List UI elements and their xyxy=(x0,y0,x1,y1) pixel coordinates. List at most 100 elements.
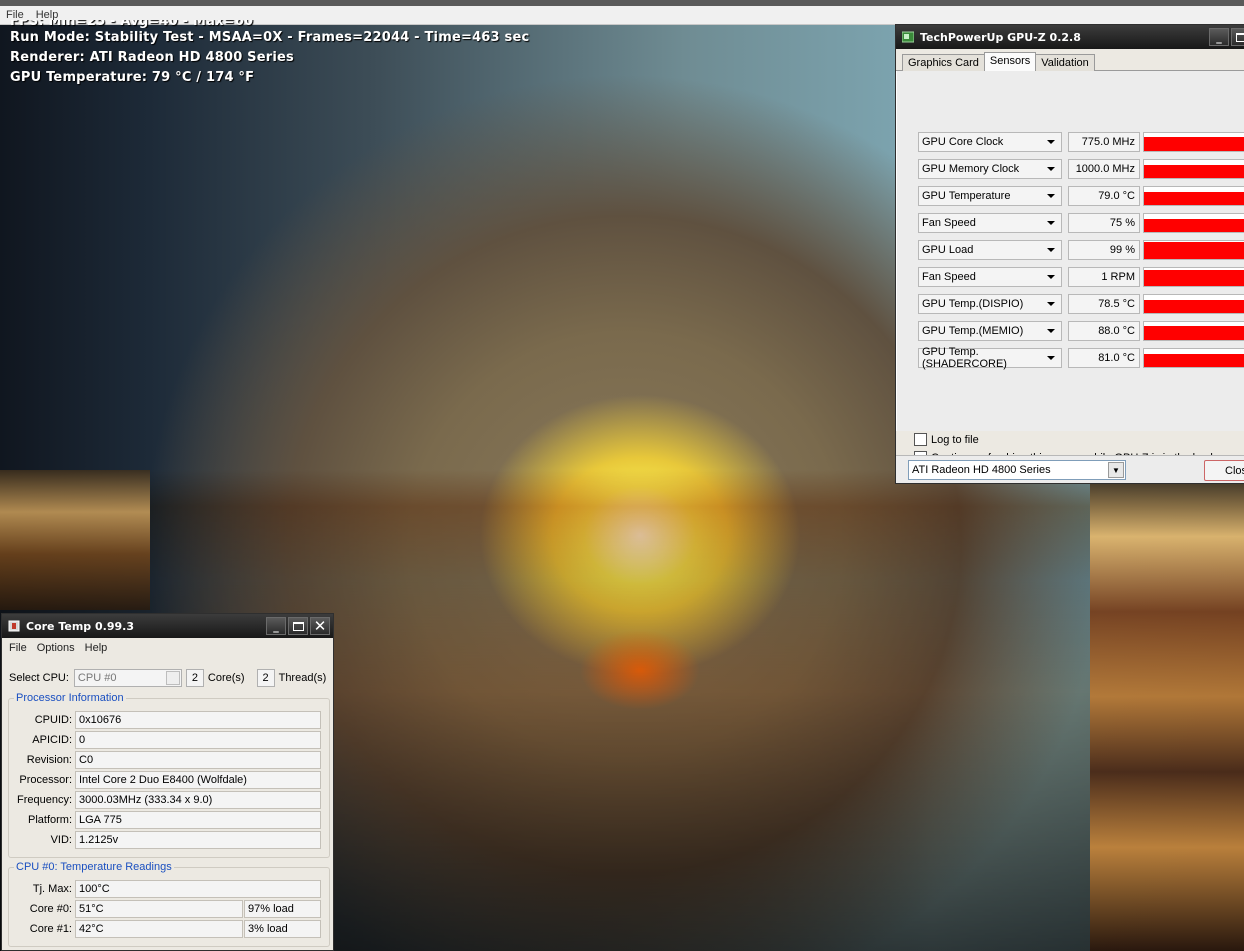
core-load-value: 97% load xyxy=(244,900,321,918)
maximize-icon[interactable] xyxy=(288,617,308,635)
processor-info-row: VID: 1.2125v xyxy=(9,831,321,849)
chevron-down-icon[interactable] xyxy=(1047,356,1055,360)
sensor-value: 99 % xyxy=(1068,240,1140,260)
sensor-graph xyxy=(1143,321,1244,341)
ct-menu-help[interactable]: Help xyxy=(85,642,108,654)
sensor-value: 88.0 °C xyxy=(1068,321,1140,341)
coretemp-menubar: File Options Help xyxy=(2,638,333,657)
chevron-down-icon[interactable] xyxy=(1047,194,1055,198)
osd-run-mode: Run Mode: Stability Test - MSAA=0X - Fra… xyxy=(10,30,530,45)
sensor-graph xyxy=(1143,159,1244,179)
chevron-down-icon[interactable] xyxy=(1047,248,1055,252)
processor-info-row: Frequency: 3000.03MHz (333.34 x 9.0) xyxy=(9,791,321,809)
processor-info-row: Platform: LGA 775 xyxy=(9,811,321,829)
sensor-graph-fill xyxy=(1144,192,1244,205)
sensor-name-select[interactable]: GPU Temp.(MEMIO) xyxy=(918,321,1062,341)
processor-info-value: C0 xyxy=(75,751,321,769)
processor-info-label: Platform: xyxy=(27,814,72,826)
processor-info-value: LGA 775 xyxy=(75,811,321,829)
render-left-blur xyxy=(0,470,150,610)
sensor-graph-fill xyxy=(1144,218,1244,232)
sensor-name: GPU Temperature xyxy=(922,190,1011,202)
chevron-down-icon[interactable] xyxy=(1047,140,1055,144)
sensor-row: GPU Temp.(SHADERCORE) 81.0 °C xyxy=(918,346,1244,370)
sensor-name-select[interactable]: GPU Temp.(DISPIO) xyxy=(918,294,1062,314)
coretemp-window: Core Temp 0.99.3 _ ✕ File Options Help S… xyxy=(1,613,334,951)
processor-info-value: 1.2125v xyxy=(75,831,321,849)
minimize-icon[interactable]: _ xyxy=(266,617,286,635)
card-select[interactable]: ATI Radeon HD 4800 Series ▼ xyxy=(908,460,1126,480)
log-to-file-checkbox[interactable]: Log to file xyxy=(914,433,979,446)
sensor-name-select[interactable]: GPU Memory Clock xyxy=(918,159,1062,179)
sensor-name-select[interactable]: GPU Temperature xyxy=(918,186,1062,206)
tab-validation[interactable]: Validation xyxy=(1035,54,1095,71)
gpuz-tabs: Graphics Card Sensors Validation xyxy=(896,49,1244,71)
close-button[interactable]: Close xyxy=(1204,460,1244,481)
sensor-value: 75 % xyxy=(1068,213,1140,233)
osd-gpu-temperature: GPU Temperature: 79 °C / 174 °F xyxy=(10,70,255,85)
sensor-graph xyxy=(1143,294,1244,314)
processor-information-title: Processor Information xyxy=(14,692,126,704)
sensor-row: GPU Temp.(DISPIO) 78.5 °C xyxy=(918,294,1244,314)
processor-info-row: Processor: Intel Core 2 Duo E8400 (Wolfda… xyxy=(9,771,321,789)
processor-info-row: Revision: C0 xyxy=(9,751,321,769)
maximize-icon[interactable] xyxy=(1231,28,1244,46)
sensor-name-select[interactable]: Fan Speed xyxy=(918,267,1062,287)
minimize-icon[interactable]: _ xyxy=(1209,28,1229,46)
card-select-value: ATI Radeon HD 4800 Series xyxy=(912,464,1051,476)
coretemp-titlebar[interactable]: Core Temp 0.99.3 _ ✕ xyxy=(2,614,333,638)
gpuz-window: TechPowerUp GPU-Z 0.2.8 _ Graphics Card … xyxy=(895,24,1244,484)
threads-count: 2 xyxy=(256,669,275,687)
sensor-graph-fill xyxy=(1144,165,1244,178)
sensor-row: Fan Speed 75 % xyxy=(918,213,1244,233)
sensor-graph-fill xyxy=(1144,325,1244,340)
processor-info-label: VID: xyxy=(50,834,72,846)
sensor-graph-fill xyxy=(1144,241,1244,259)
log-to-file-label: Log to file xyxy=(931,433,979,446)
sensor-row: GPU Load 99 % xyxy=(918,240,1244,260)
sensor-name-select[interactable]: Fan Speed xyxy=(918,213,1062,233)
sensor-name-select[interactable]: GPU Core Clock xyxy=(918,132,1062,152)
tab-sensors[interactable]: Sensors xyxy=(983,52,1037,71)
sensor-graph xyxy=(1143,213,1244,233)
tab-graphics-card[interactable]: Graphics Card xyxy=(902,54,985,71)
core-temp-row: Core #0: 51°C 97% load xyxy=(9,900,321,918)
cpu-select-row: Select CPU: CPU #0 2 Core(s) 2 Thread(s) xyxy=(9,669,334,687)
processor-info-value: 0 xyxy=(75,731,321,749)
sensor-graph xyxy=(1143,240,1244,260)
cores-label: Core(s) xyxy=(207,672,245,684)
core-temp-row: Core #1: 42°C 3% load xyxy=(9,920,321,938)
cpu-select[interactable]: CPU #0 xyxy=(73,669,182,687)
chevron-down-icon[interactable] xyxy=(1047,302,1055,306)
sensor-name: GPU Temp.(MEMIO) xyxy=(922,325,1024,337)
chevron-down-icon[interactable] xyxy=(1047,275,1055,279)
processor-info-row: CPUID: 0x10676 xyxy=(9,711,321,729)
chevron-down-icon[interactable] xyxy=(1047,221,1055,225)
sensor-name: GPU Core Clock xyxy=(922,136,1004,148)
close-icon[interactable]: ✕ xyxy=(310,617,330,635)
processor-info-value: 3000.03MHz (333.34 x 9.0) xyxy=(75,791,321,809)
sensor-value: 81.0 °C xyxy=(1068,348,1140,368)
processor-info-value: 0x10676 xyxy=(75,711,321,729)
temperature-readings-group: CPU #0: Temperature Readings Tj. Max: 10… xyxy=(8,861,330,947)
checkbox-icon[interactable] xyxy=(914,433,927,446)
chevron-down-icon[interactable]: ▼ xyxy=(1108,462,1124,478)
cpu-select-value: CPU #0 xyxy=(77,672,117,684)
gpuz-titlebar[interactable]: TechPowerUp GPU-Z 0.2.8 _ xyxy=(896,25,1244,49)
ct-menu-file[interactable]: File xyxy=(9,642,27,654)
sensor-row: GPU Core Clock 775.0 MHz xyxy=(918,132,1244,152)
processor-info-label: Revision: xyxy=(26,754,72,766)
core-temp-value: 51°C xyxy=(75,900,243,918)
chevron-down-icon[interactable] xyxy=(1047,329,1055,333)
chevron-down-icon[interactable] xyxy=(1047,167,1055,171)
processor-info-value: Intel Core 2 Duo E8400 (Wolfdale) xyxy=(75,771,321,789)
gpuz-footer: ATI Radeon HD 4800 Series ▼ Close xyxy=(896,455,1244,483)
ct-menu-options[interactable]: Options xyxy=(37,642,75,654)
sensor-graph-fill xyxy=(1144,269,1244,286)
sensor-name-select[interactable]: GPU Load xyxy=(918,240,1062,260)
sensor-graph xyxy=(1143,267,1244,287)
chevron-down-icon[interactable] xyxy=(165,671,180,685)
sensor-value: 79.0 °C xyxy=(1068,186,1140,206)
sensor-name-select[interactable]: GPU Temp.(SHADERCORE) xyxy=(918,346,1062,370)
sensor-graph-fill xyxy=(1144,300,1244,313)
